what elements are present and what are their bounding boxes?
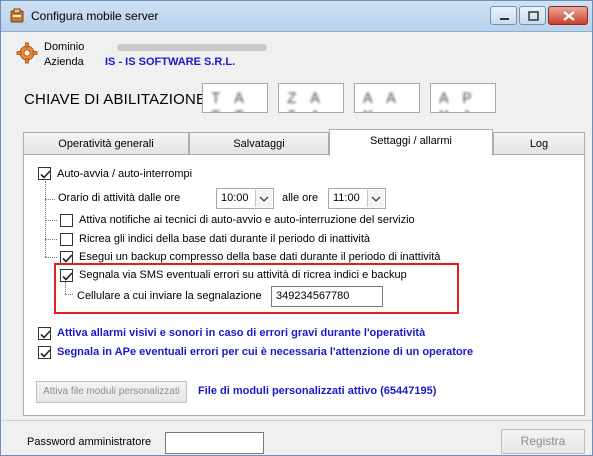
- custom-modules-button[interactable]: Attiva file moduli personalizzati: [36, 381, 187, 403]
- app-icon: [10, 8, 24, 23]
- ape-alert-label: Segnala in APe eventuali errori per cui …: [57, 346, 474, 358]
- checkmark-icon: [40, 330, 51, 339]
- tab-log[interactable]: Log: [493, 132, 585, 155]
- password-label: Password amministratore: [27, 436, 152, 448]
- license-key-label: CHIAVE DI ABILITAZIONE: [24, 91, 207, 108]
- window-title: Configura mobile server: [31, 9, 159, 23]
- license-key-part-4[interactable]: A P M A: [430, 83, 496, 113]
- password-input[interactable]: [165, 432, 264, 454]
- license-key-part-2[interactable]: Z A I A: [278, 83, 344, 113]
- tree-connector: [45, 239, 57, 240]
- tree-connector: [45, 181, 46, 257]
- azienda-label: Azienda: [44, 56, 84, 68]
- chevron-down-icon: [367, 190, 384, 207]
- chevron-down-icon: [255, 190, 272, 207]
- dominio-label: Dominio: [44, 41, 85, 53]
- save-button[interactable]: Registra: [501, 429, 585, 454]
- maximize-button[interactable]: [519, 6, 546, 25]
- tab-settaggi-allarmi[interactable]: Settaggi / allarmi: [329, 129, 493, 156]
- visual-alarms-label: Attiva allarmi visivi e sonori in caso d…: [57, 327, 426, 339]
- tab-operativita-generali[interactable]: Operatività generali: [23, 132, 189, 155]
- schedule-to-label: alle ore: [282, 192, 319, 204]
- license-key-part-1[interactable]: T A T T: [202, 83, 268, 113]
- schedule-from-label: Orario di attività dalle ore: [58, 192, 181, 204]
- auto-start-checkbox[interactable]: [38, 167, 51, 180]
- reindex-label: Ricrea gli indici della base dati durant…: [79, 233, 371, 245]
- tab-strip: Operatività generali Salvataggi Settaggi…: [23, 129, 585, 156]
- reindex-checkbox[interactable]: [60, 233, 73, 246]
- tree-connector: [45, 257, 57, 258]
- gear-icon: [16, 42, 38, 64]
- license-key-part-3[interactable]: A A M: [354, 83, 420, 113]
- dominio-value-redacted: [117, 44, 267, 51]
- schedule-to-select[interactable]: 11:00: [328, 188, 386, 209]
- highlight-box: [54, 263, 459, 314]
- checkmark-icon: [40, 349, 51, 358]
- maximize-icon: [528, 11, 539, 21]
- minimize-icon: [500, 18, 509, 20]
- ape-alert-checkbox[interactable]: [38, 346, 51, 359]
- footer-divider: [1, 420, 592, 421]
- notify-tech-label: Attiva notifiche ai tecnici di auto-avvi…: [79, 214, 415, 226]
- backup-label: Esegui un backup compresso della base da…: [79, 251, 441, 263]
- tab-salvataggi[interactable]: Salvataggi: [189, 132, 329, 155]
- tree-connector: [45, 220, 57, 221]
- title-bar[interactable]: Configura mobile server: [1, 1, 592, 32]
- tree-connector: [45, 199, 55, 200]
- auto-start-label: Auto-avvia / auto-interrompi: [57, 168, 193, 180]
- custom-modules-status: File di moduli personalizzati attivo (65…: [198, 385, 437, 397]
- minimize-button[interactable]: [490, 6, 517, 25]
- checkmark-icon: [40, 170, 51, 179]
- azienda-value: IS - IS SOFTWARE S.R.L.: [105, 56, 236, 68]
- configura-mobile-server-window: Configura mobile server Dominio Azienda …: [0, 0, 593, 456]
- close-icon: [563, 11, 575, 21]
- notify-tech-checkbox[interactable]: [60, 214, 73, 227]
- schedule-from-select[interactable]: 10:00: [216, 188, 274, 209]
- visual-alarms-checkbox[interactable]: [38, 327, 51, 340]
- close-button[interactable]: [548, 6, 588, 25]
